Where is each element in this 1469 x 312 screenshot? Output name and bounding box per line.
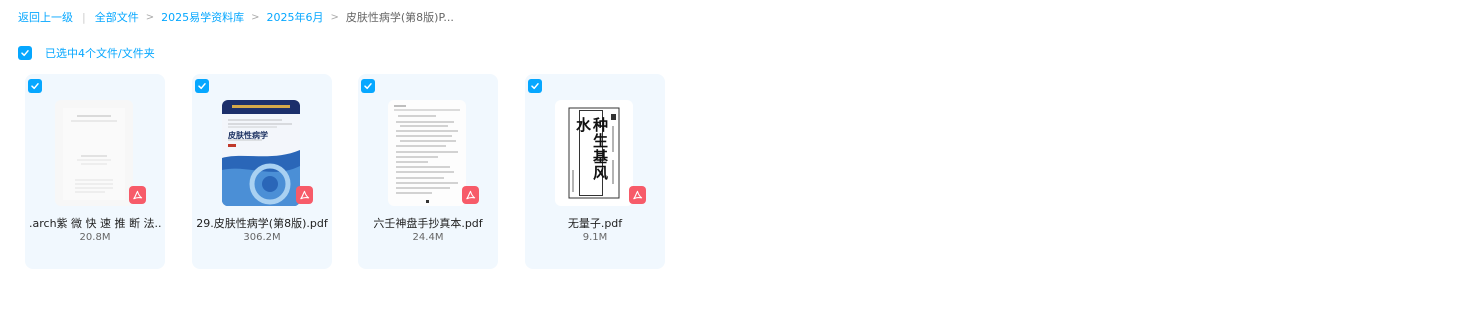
file-checkbox[interactable] bbox=[195, 79, 209, 93]
back-link[interactable]: 返回上一级 bbox=[18, 9, 73, 25]
cover-title: 皮肤性病学 bbox=[228, 130, 268, 140]
breadcrumb-item-library[interactable]: 2025易学资料库 bbox=[161, 9, 244, 25]
breadcrumb-divider: | bbox=[82, 10, 86, 24]
chevron-right-icon: > bbox=[145, 11, 155, 23]
breadcrumb-current: 皮肤性病学(第8版)P... bbox=[345, 11, 454, 24]
file-card[interactable]: 皮肤性病学 29.皮肤性病学(第8版).pdf 306.2M bbox=[192, 74, 332, 269]
file-name[interactable]: 29.皮肤性病学(第8版).pdf bbox=[196, 215, 328, 231]
book-cover-icon bbox=[222, 100, 300, 206]
handwritten-page-icon bbox=[394, 105, 460, 203]
check-icon bbox=[21, 50, 29, 57]
file-thumbnail: 皮肤性病学 bbox=[222, 100, 300, 206]
cover-title-text: 种生基风水 bbox=[574, 117, 609, 181]
document-preview-icon bbox=[63, 108, 125, 200]
file-name[interactable]: 六壬神盘手抄真本.pdf bbox=[362, 215, 494, 231]
selection-bar: 已选中4个文件/文件夹 bbox=[18, 45, 155, 61]
breadcrumb-item-month[interactable]: 2025年6月 bbox=[267, 9, 324, 25]
pdf-icon bbox=[629, 186, 646, 204]
check-icon bbox=[364, 83, 372, 90]
breadcrumb-item-all-files[interactable]: 全部文件 bbox=[95, 9, 139, 25]
selection-count: 已选中4个文件/文件夹 bbox=[45, 47, 155, 60]
file-card[interactable]: .arch紫 微 快 速 推 断 法... 20.8M bbox=[25, 74, 165, 269]
breadcrumb: 返回上一级 | 全部文件 > 2025易学资料库 > 2025年6月 > 皮肤性… bbox=[18, 9, 454, 25]
cover-title: 种生基风水 bbox=[574, 110, 609, 196]
file-name[interactable]: .arch紫 微 快 速 推 断 法... bbox=[29, 215, 161, 231]
pdf-icon bbox=[296, 186, 313, 204]
file-checkbox[interactable] bbox=[361, 79, 375, 93]
pdf-icon bbox=[129, 186, 146, 204]
file-checkbox[interactable] bbox=[28, 79, 42, 93]
file-checkbox[interactable] bbox=[528, 79, 542, 93]
check-icon bbox=[31, 83, 39, 90]
file-size: 20.8M bbox=[79, 232, 111, 243]
check-icon bbox=[198, 83, 206, 90]
pdf-icon bbox=[462, 186, 479, 204]
file-thumbnail: 种生基风水 bbox=[555, 100, 633, 206]
select-all-checkbox[interactable] bbox=[18, 46, 32, 60]
file-card[interactable]: 种生基风水 无量子.pdf 9.1M bbox=[525, 74, 665, 269]
file-size: 24.4M bbox=[412, 232, 444, 243]
chevron-right-icon: > bbox=[330, 11, 339, 23]
file-card[interactable]: 六壬神盘手抄真本.pdf 24.4M bbox=[358, 74, 498, 269]
file-name[interactable]: 无量子.pdf bbox=[529, 215, 661, 231]
file-thumbnail bbox=[388, 100, 466, 206]
check-icon bbox=[531, 83, 539, 90]
file-size: 9.1M bbox=[582, 232, 608, 243]
file-size: 306.2M bbox=[243, 232, 281, 243]
chevron-right-icon: > bbox=[251, 11, 260, 23]
file-thumbnail bbox=[55, 100, 133, 206]
